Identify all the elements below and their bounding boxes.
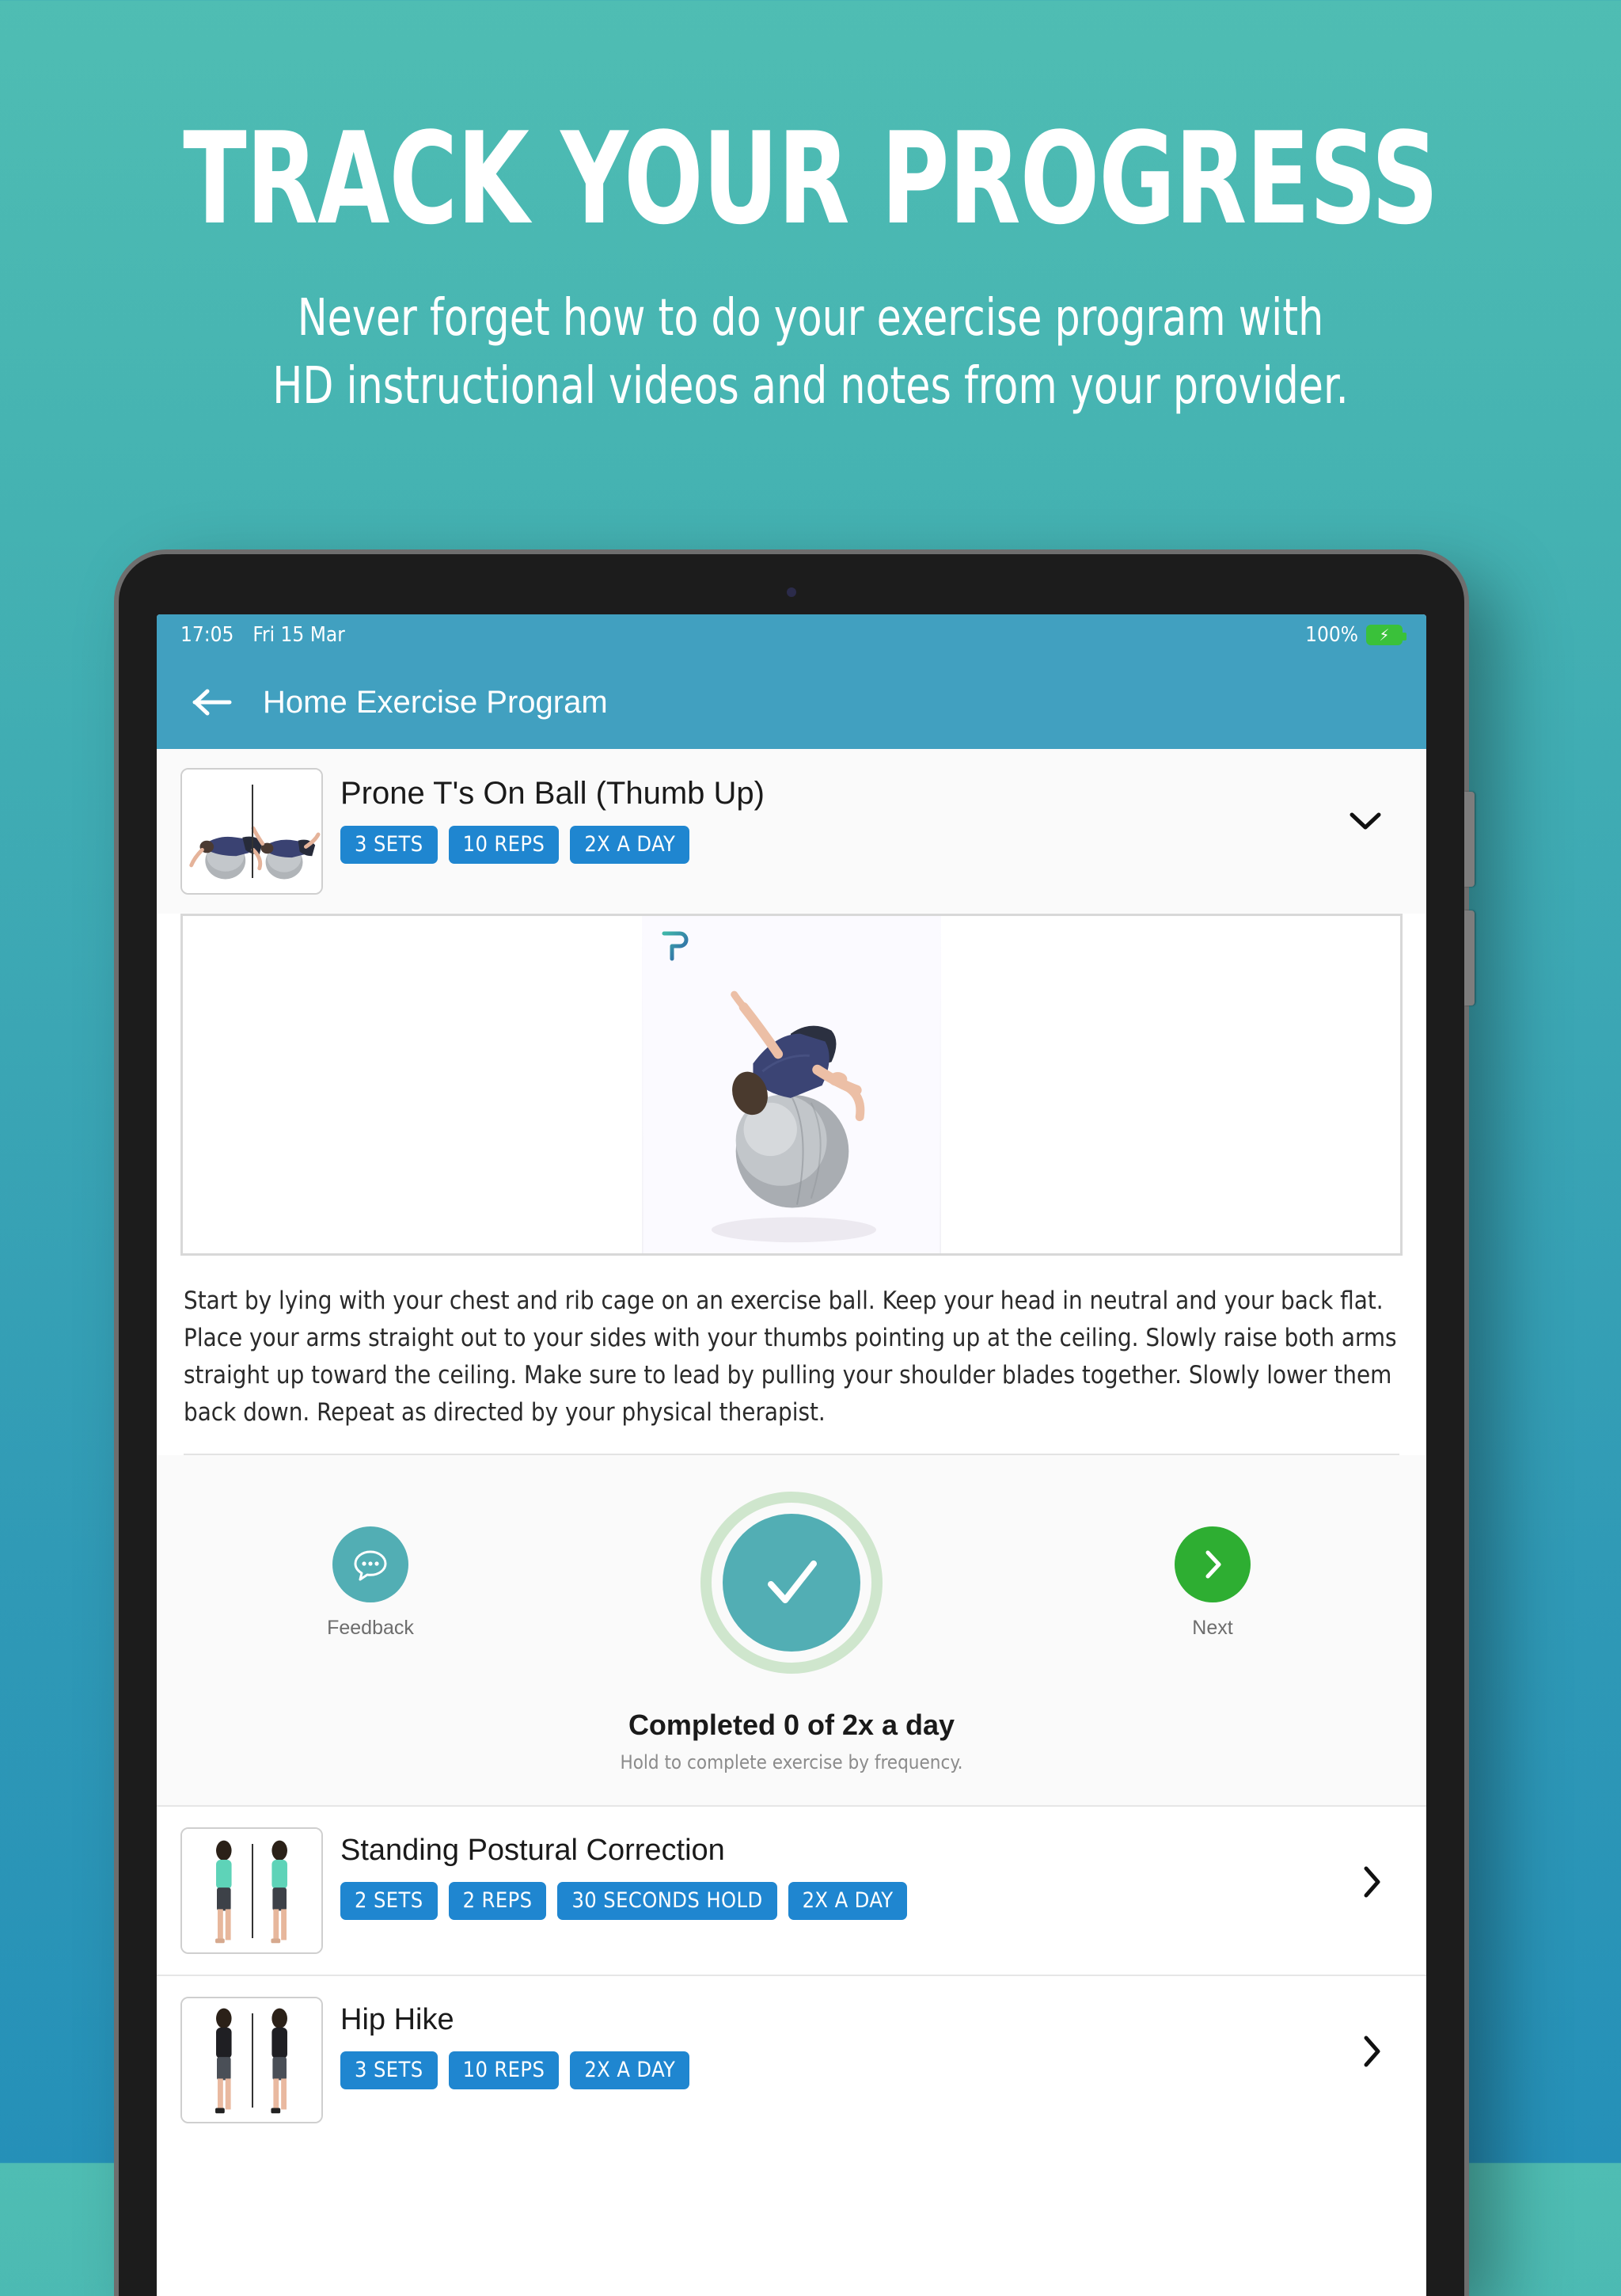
- next-button[interactable]: Next: [1126, 1526, 1300, 1640]
- next-label: Next: [1192, 1616, 1233, 1639]
- hold-hint: Hold to complete exercise by frequency.: [620, 1751, 963, 1774]
- tag-reps: 2 REPS: [448, 1882, 547, 1921]
- tag-reps: 10 REPS: [448, 2051, 560, 2090]
- arrow-left-icon[interactable]: [192, 686, 233, 718]
- front-camera-icon: [787, 587, 796, 597]
- status-time: 17:05: [180, 623, 234, 647]
- battery-charging-icon: ⚡: [1366, 625, 1407, 645]
- tag-frequency: 2X A DAY: [570, 826, 690, 864]
- chat-bubble-dots-icon: [332, 1526, 408, 1602]
- exercise-tags: 3 SETS 10 REPS 2X A DAY: [340, 826, 1403, 864]
- tablet-screen: 17:05 Fri 15 Mar 100% ⚡ Home Exercise Pr…: [157, 614, 1426, 2296]
- expanded-exercise-header[interactable]: Prone T's On Ball (Thumb Up) 3 SETS 10 R…: [157, 749, 1426, 914]
- exercise-video-player[interactable]: [180, 914, 1403, 1256]
- promo-subtitle-line-2: HD instructional videos and notes from y…: [272, 356, 1349, 416]
- exercise-actions: Feedback Next Completed 0 of 2x a day Ho…: [157, 1455, 1426, 1806]
- thumbnail-divider: [252, 784, 253, 879]
- tag-sets: 3 SETS: [340, 826, 438, 864]
- list-item[interactable]: Hip Hike 3 SETS 10 REPS 2X A DAY: [157, 1975, 1426, 2145]
- tablet-device-frame: 17:05 Fri 15 Mar 100% ⚡ Home Exercise Pr…: [119, 554, 1475, 2296]
- promo-subtitle-line-1: Never forget how to do your exercise pro…: [297, 289, 1324, 348]
- page-title: TRACK YOUR PROGRESS: [183, 105, 1438, 253]
- status-date: Fri 15 Mar: [252, 623, 345, 647]
- list-item-tags: 2 SETS 2 REPS 30 SECONDS HOLD 2X A DAY: [340, 1882, 1403, 1921]
- tag-sets: 2 SETS: [340, 1882, 438, 1921]
- list-item-tags: 3 SETS 10 REPS 2X A DAY: [340, 2051, 1403, 2090]
- chevron-down-icon[interactable]: [1349, 811, 1382, 835]
- complete-exercise-button[interactable]: [700, 1492, 883, 1674]
- list-item-title: Hip Hike: [340, 2003, 454, 2037]
- video-frame: [642, 916, 941, 1253]
- app-header-title: Home Exercise Program: [263, 684, 608, 720]
- physitrack-p-logo: [659, 927, 691, 966]
- thumbnail-divider: [252, 1844, 253, 1938]
- promo-subtitle: Never forget how to do your exercise pro…: [97, 285, 1524, 421]
- exercise-title: Prone T's On Ball (Thumb Up): [340, 776, 765, 811]
- promo-banner: TRACK YOUR PROGRESS Never forget how to …: [0, 0, 1621, 421]
- feedback-button[interactable]: Feedback: [283, 1526, 457, 1640]
- tag-hold: 30 SECONDS HOLD: [557, 1882, 777, 1921]
- check-icon: [723, 1514, 860, 1652]
- content-sheet: Prone T's On Ball (Thumb Up) 3 SETS 10 R…: [157, 749, 1426, 2296]
- video-still-image: [643, 916, 940, 1253]
- tag-frequency: 2X A DAY: [788, 1882, 908, 1921]
- exercise-thumbnail-hip-hike: [180, 1997, 323, 2124]
- status-bar: 17:05 Fri 15 Mar 100% ⚡: [157, 614, 1426, 656]
- volume-down-button[interactable]: [1464, 910, 1475, 1005]
- chevron-right-icon[interactable]: [1361, 2035, 1382, 2072]
- tag-frequency: 2X A DAY: [570, 2051, 690, 2090]
- thumbnail-divider: [252, 2013, 253, 2108]
- exercise-thumbnail-prone-t: [180, 768, 323, 895]
- app-header: Home Exercise Program: [157, 656, 1426, 749]
- exercise-description: Start by lying with your chest and rib c…: [184, 1287, 1397, 1427]
- completed-status: Completed 0 of 2x a day: [628, 1709, 955, 1742]
- tag-reps: 10 REPS: [448, 826, 560, 864]
- list-item[interactable]: Standing Postural Correction 2 SETS 2 RE…: [157, 1805, 1426, 1975]
- exercise-thumbnail-standing-postural: [180, 1827, 323, 1955]
- battery-percent: 100%: [1305, 623, 1358, 647]
- chevron-right-icon: [1175, 1526, 1251, 1602]
- chevron-right-icon[interactable]: [1361, 1865, 1382, 1903]
- list-item-title: Standing Postural Correction: [340, 1834, 725, 1868]
- volume-up-button[interactable]: [1464, 792, 1475, 887]
- tag-sets: 3 SETS: [340, 2051, 438, 2090]
- feedback-label: Feedback: [327, 1616, 414, 1639]
